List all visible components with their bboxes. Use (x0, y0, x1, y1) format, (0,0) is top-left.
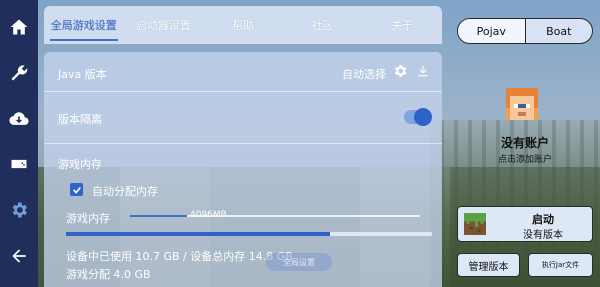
memory-slider-fill (130, 215, 187, 217)
sidebar-item-tools[interactable] (4, 58, 34, 88)
memory-usage-fill (66, 232, 330, 236)
memory-usage-text: 设备中已使用 10.7 GB / 设备总内存 14.8 GB (66, 250, 293, 263)
gear-icon (12, 202, 28, 218)
version-isolation-label: 版本隔离 (58, 113, 102, 126)
memory-slider[interactable] (130, 215, 420, 217)
version-isolation-row: 版本隔离 (44, 92, 442, 144)
back-arrow-icon (12, 249, 26, 263)
auto-memory-label: 自动分配内存 (92, 185, 158, 198)
tab-global-game-settings[interactable]: 全局游戏设置 (44, 6, 124, 44)
grass-block-icon (464, 213, 486, 235)
memory-allocation-text: 游戏分配 4.0 GB (66, 268, 151, 281)
home-icon (10, 19, 28, 35)
tab-help[interactable]: 帮助 (203, 6, 283, 44)
java-version-label: Java 版本 (58, 68, 107, 81)
settings-panel: Java 版本 自动选择 版本隔离 游戏内存 自动分配内存 游戏内存 4096M… (44, 52, 442, 287)
sidebar-item-settings[interactable] (4, 195, 34, 225)
avatar[interactable] (506, 88, 538, 120)
java-version-value[interactable]: 自动选择 (342, 66, 386, 82)
sidebar-item-download[interactable] (4, 104, 34, 134)
check-icon (72, 186, 81, 194)
launch-title: 启动 (532, 213, 554, 226)
download-icon[interactable] (416, 63, 430, 79)
game-memory-section-label: 游戏内存 (58, 158, 102, 171)
gamepad-icon (11, 160, 27, 169)
sidebar (0, 0, 38, 287)
tab-launcher-settings[interactable]: 启动器设置 (124, 6, 204, 44)
sidebar-item-back[interactable] (4, 241, 34, 271)
tab-community[interactable]: 社区 (283, 6, 363, 44)
manage-versions-button[interactable]: 管理版本 (457, 253, 520, 277)
add-account-link[interactable]: 点击添加账户 (450, 152, 600, 165)
global-settings-button[interactable]: 全局设置 (266, 253, 332, 271)
tab-bar: 全局游戏设置 启动器设置 帮助 社区 关于 (44, 6, 442, 44)
renderer-option-pojav[interactable]: Pojav (458, 19, 526, 43)
renderer-option-boat[interactable]: Boat (526, 19, 593, 43)
toggle-knob (414, 108, 432, 126)
main-panel: 全局游戏设置 启动器设置 帮助 社区 关于 Java 版本 自动选择 版本隔离 (44, 6, 442, 287)
renderer-switch: Pojav Boat (457, 18, 593, 44)
sidebar-item-controls[interactable] (4, 149, 34, 179)
memory-usage-bar (66, 232, 432, 236)
game-memory-section: 游戏内存 自动分配内存 游戏内存 4096MB 设备中已使用 10.7 GB /… (44, 144, 442, 287)
memory-value: 4096MB (190, 210, 227, 220)
cloud-download-icon (9, 111, 29, 125)
wrench-icon (11, 65, 28, 81)
version-isolation-toggle[interactable] (404, 108, 432, 126)
tab-about[interactable]: 关于 (362, 6, 442, 44)
auto-memory-checkbox[interactable] (70, 183, 83, 196)
account-panel: Pojav Boat 没有账户 点击添加账户 启动 没有版本 管理版本 执行Ja… (450, 0, 600, 287)
launcher-screen: 全局游戏设置 启动器设置 帮助 社区 关于 Java 版本 自动选择 版本隔离 (0, 0, 600, 287)
java-version-row[interactable]: Java 版本 自动选择 (44, 52, 442, 92)
sidebar-item-home[interactable] (4, 12, 34, 42)
account-title[interactable]: 没有账户 (450, 134, 600, 151)
gear-icon[interactable] (392, 63, 408, 79)
memory-slider-label: 游戏内存 (66, 212, 110, 225)
run-jar-button[interactable]: 执行Jar文件 (528, 253, 593, 277)
launch-subtitle: 没有版本 (523, 230, 563, 241)
launch-button[interactable]: 启动 没有版本 (457, 206, 593, 242)
